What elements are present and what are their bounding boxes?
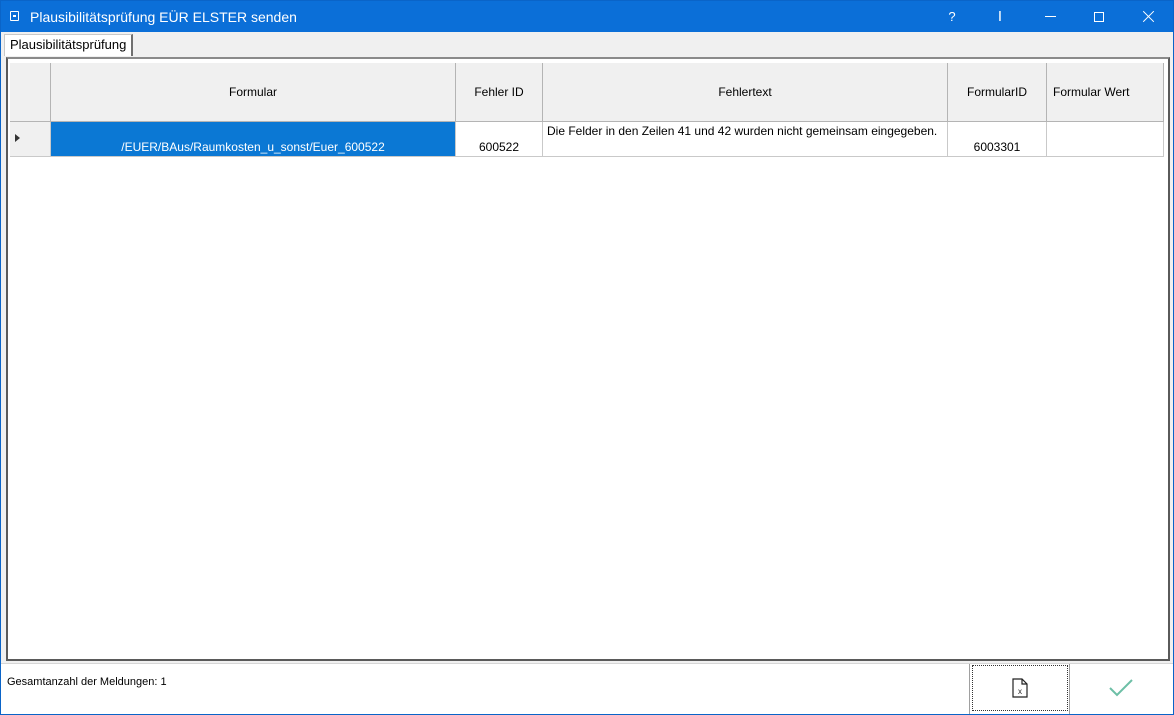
status-bar: Gesamtanzahl der Meldungen: 1 x: [1, 663, 1173, 714]
status-separator: [1069, 664, 1070, 714]
column-header-fehler-id[interactable]: Fehler ID: [456, 63, 543, 122]
text-cursor-button[interactable]: I: [977, 1, 1023, 32]
minimize-icon: [1044, 16, 1056, 17]
column-header-fehlertext[interactable]: Fehlertext: [543, 63, 948, 122]
close-button[interactable]: [1125, 1, 1171, 32]
total-messages-label: Gesamtanzahl der Meldungen: 1: [7, 676, 167, 688]
tab-plausibilitaetspruefung[interactable]: Plausibilitätsprüfung: [4, 34, 134, 56]
status-separator: [969, 664, 970, 714]
svg-text:x: x: [1018, 687, 1022, 696]
title-bar[interactable]: Plausibilitätsprüfung EÜR ELSTER senden …: [1, 1, 1173, 32]
row-header-corner[interactable]: [10, 63, 51, 122]
column-header-formular[interactable]: Formular: [51, 63, 456, 122]
cell-formular-id[interactable]: 6003301: [948, 122, 1047, 157]
column-header-formular-id[interactable]: FormularID: [948, 63, 1047, 122]
excel-export-icon: x: [1012, 678, 1028, 698]
ok-button[interactable]: [1071, 665, 1171, 711]
dialog-window: Plausibilitätsprüfung EÜR ELSTER senden …: [0, 0, 1174, 715]
maximize-button[interactable]: [1076, 1, 1122, 32]
export-excel-button[interactable]: x: [972, 665, 1068, 711]
current-row-arrow-icon: [15, 134, 20, 142]
text-cursor-icon: I: [997, 8, 1003, 25]
app-icon[interactable]: [10, 11, 19, 21]
column-header-formular-wert[interactable]: Formular Wert: [1047, 63, 1164, 122]
cell-fehler-id[interactable]: 600522: [456, 122, 543, 157]
tab-strip: Plausibilitätsprüfung: [1, 32, 1173, 56]
cell-formular[interactable]: /EUER/BAus/Raumkosten_u_sonst/Euer_60052…: [51, 122, 456, 157]
cell-fehlertext[interactable]: Die Felder in den Zeilen 41 und 42 wurde…: [543, 122, 948, 157]
results-grid-panel: Formular Fehler ID Fehlertext FormularID…: [6, 57, 1170, 661]
cell-formular-wert[interactable]: [1047, 122, 1164, 157]
help-icon: ?: [948, 9, 956, 24]
minimize-button[interactable]: [1027, 1, 1073, 32]
maximize-icon: [1094, 11, 1104, 22]
checkmark-icon: [1109, 679, 1133, 697]
help-button[interactable]: ?: [929, 1, 975, 32]
row-header-cell[interactable]: [10, 122, 51, 157]
window-title: Plausibilitätsprüfung EÜR ELSTER senden: [30, 9, 297, 25]
close-icon: [1142, 10, 1155, 23]
